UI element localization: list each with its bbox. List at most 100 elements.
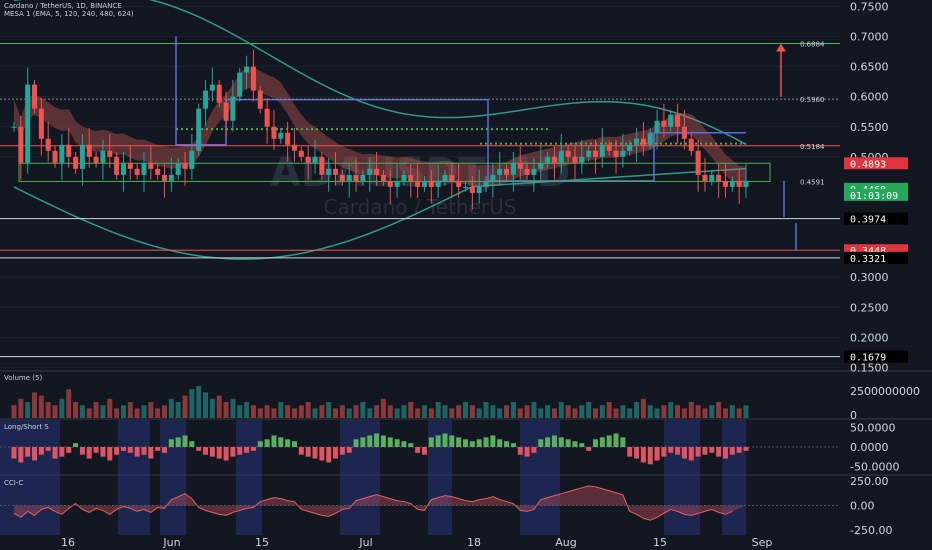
price-badge-label: 0.3321 <box>850 254 886 265</box>
longshort-bar <box>504 441 510 447</box>
volume-bar <box>517 408 523 418</box>
volume-bar <box>100 405 106 418</box>
longshort-bar <box>25 447 31 457</box>
volume-bar <box>456 405 462 418</box>
longshort-bar <box>114 447 120 455</box>
longshort-bar <box>298 447 304 455</box>
volume-tick-label: 2500000000 <box>850 385 920 398</box>
longshort-bar <box>305 447 311 457</box>
candle-body <box>100 150 106 163</box>
volume-bar <box>127 402 133 418</box>
volume-bar <box>415 408 421 418</box>
longshort-bar <box>134 447 140 457</box>
volume-bar <box>93 402 99 418</box>
longshort-bar <box>333 447 339 459</box>
candle-body <box>25 84 31 163</box>
volume-bar <box>380 398 386 418</box>
volume-bar <box>627 408 633 418</box>
x-tick-label: 15 <box>653 536 667 549</box>
longshort-bar <box>168 439 174 447</box>
longshort-bar <box>182 435 188 447</box>
candle-body <box>558 150 564 163</box>
longshort-bar <box>421 447 427 455</box>
volume-bar <box>114 408 120 418</box>
longshort-bar <box>722 447 728 459</box>
price-tick-label: 0.6500 <box>850 61 889 74</box>
candle-body <box>599 144 605 157</box>
volume-bar <box>66 389 72 418</box>
chart-canvas[interactable]: ADAUSDT, 1DCardano / TetherUS0.75000.700… <box>0 0 932 550</box>
longshort-bar <box>230 447 236 457</box>
longshort-bar <box>148 447 154 459</box>
volume-bar <box>141 405 147 418</box>
longshort-bar <box>45 447 51 451</box>
candle-body <box>572 156 578 163</box>
signal-shade <box>118 420 150 535</box>
longshort-bar <box>223 447 229 461</box>
candle-body <box>681 126 687 139</box>
longshort-bar <box>592 439 598 447</box>
candle-body <box>442 174 448 181</box>
candle-body <box>545 156 551 163</box>
candle-body <box>449 174 455 181</box>
volume-bar <box>120 405 126 418</box>
volume-bar <box>408 402 414 418</box>
volume-bar <box>216 395 222 418</box>
longshort-tick-label: 0.0000 <box>850 441 889 454</box>
volume-bar <box>11 405 17 418</box>
longshort-bar <box>271 435 277 447</box>
longshort-bar <box>551 435 557 447</box>
longshort-bar <box>524 447 530 457</box>
longshort-bar <box>661 447 667 457</box>
candle-body <box>538 162 544 169</box>
longshort-bar <box>620 437 626 447</box>
longshort-bar <box>189 441 195 447</box>
volume-bar <box>134 408 140 418</box>
longshort-bar <box>264 439 270 447</box>
candle-body <box>298 150 304 157</box>
longshort-bar <box>175 437 181 447</box>
volume-bar <box>497 408 503 418</box>
longshort-bar <box>339 447 345 455</box>
candle-body <box>483 180 489 187</box>
volume-bar <box>237 405 243 418</box>
candle-body <box>606 144 612 151</box>
target-arrow-up-head <box>776 43 786 52</box>
volume-bar <box>18 398 24 418</box>
volume-bar <box>230 398 236 418</box>
candle-body <box>647 132 653 145</box>
x-tick-label: Sep <box>752 536 773 549</box>
cci-title: CCI-C <box>4 479 23 487</box>
volume-bar <box>476 408 482 418</box>
longshort-bar <box>319 447 325 461</box>
longshort-bar <box>695 447 701 457</box>
volume-bar <box>339 405 345 418</box>
price-badge-label: 0.1679 <box>850 353 886 364</box>
longshort-bar <box>66 447 72 453</box>
volume-bar <box>681 408 687 418</box>
longshort-bar <box>688 447 694 461</box>
longshort-bar <box>196 447 202 451</box>
candle-body <box>223 102 229 121</box>
candle-body <box>401 174 407 181</box>
candle-body <box>257 90 263 109</box>
x-tick-label: 16 <box>61 536 75 549</box>
longshort-bar <box>244 447 250 453</box>
candle-body <box>32 84 38 109</box>
volume-bar <box>722 408 728 418</box>
longshort-bar <box>367 435 373 447</box>
candle-body <box>586 150 592 157</box>
volume-bar <box>469 405 475 418</box>
longshort-bar <box>257 441 263 447</box>
cci-tick-label: 0.00 <box>850 500 875 513</box>
candle-body <box>374 168 380 175</box>
longshort-bar <box>702 447 708 455</box>
candle-body <box>250 66 256 91</box>
longshort-bar <box>586 447 592 451</box>
volume-bar <box>209 398 215 418</box>
longshort-bar <box>312 447 318 459</box>
candle-body <box>134 168 140 175</box>
volume-bar <box>620 405 626 418</box>
candle-body <box>155 168 161 175</box>
x-tick-label: 15 <box>255 536 269 549</box>
